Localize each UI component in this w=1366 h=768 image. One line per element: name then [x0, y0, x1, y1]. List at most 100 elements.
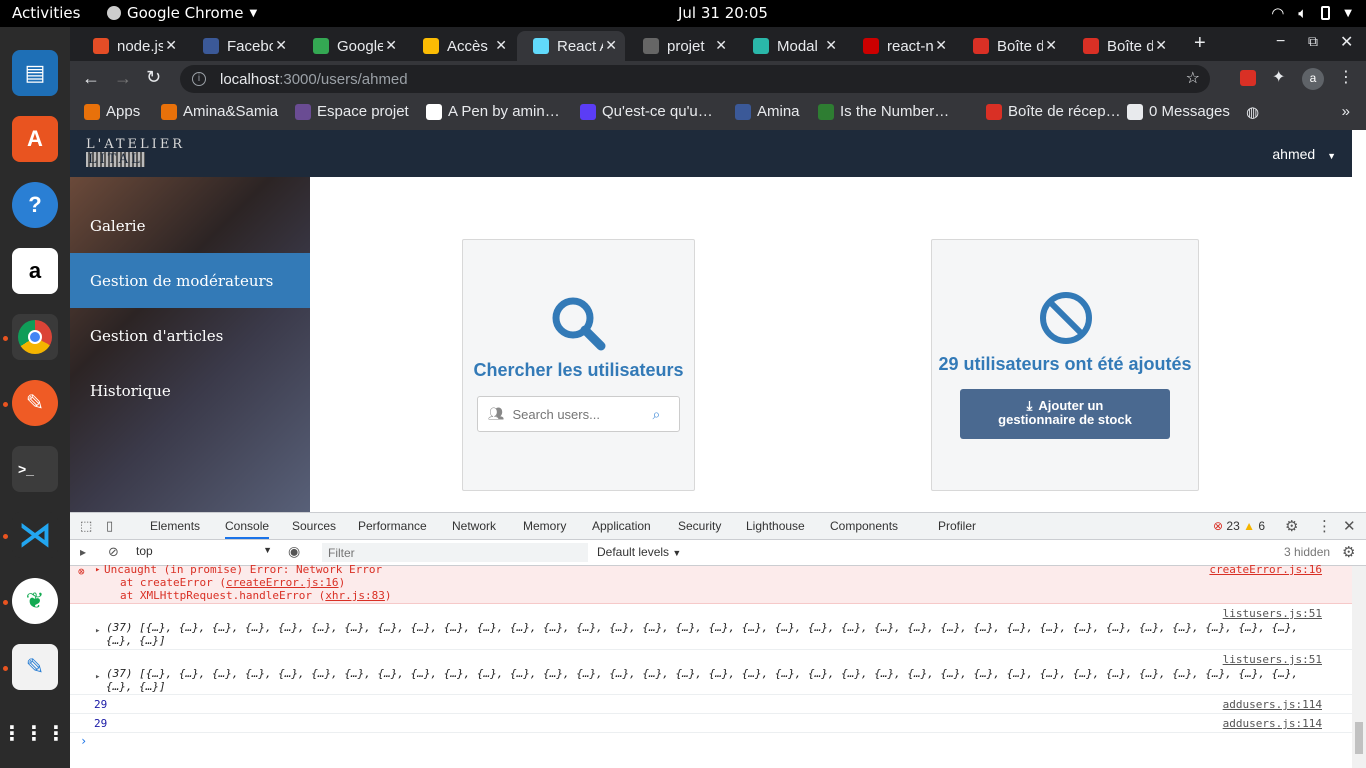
expand-triangle-icon[interactable]: ▸ — [95, 672, 100, 682]
context-selector[interactable]: top ▼ — [136, 544, 272, 558]
eye-icon[interactable]: ◉ — [288, 543, 300, 560]
error-source-link[interactable]: createError.js:16 — [1209, 563, 1322, 576]
search-input[interactable] — [512, 406, 643, 422]
tab-2[interactable]: Facebook✕ — [187, 31, 295, 61]
device-toolbar-icon[interactable]: ▯ — [106, 518, 113, 534]
app-menu[interactable]: Google Chrome ▼ — [107, 4, 257, 22]
minimize-button[interactable]: − — [1276, 33, 1285, 51]
bookmark-item[interactable]: 0 Messages — [1127, 103, 1230, 120]
more-bookmarks-icon[interactable]: » — [1342, 103, 1350, 120]
bookmark-item[interactable]: Boîte de récep… — [986, 103, 1121, 120]
vscode-icon[interactable]: ⋊ — [12, 512, 58, 558]
stack-link-2[interactable]: xhr.js:83 — [325, 589, 385, 602]
close-tab-icon[interactable]: ✕ — [165, 37, 177, 54]
site-logo[interactable]: L'ATELIER LITAL — [86, 137, 185, 167]
devtools-tab[interactable]: Application — [592, 519, 651, 533]
close-tab-icon[interactable]: ✕ — [385, 37, 397, 54]
amazon-icon[interactable]: a — [12, 248, 58, 294]
console-scrollbar[interactable] — [1352, 566, 1366, 768]
devtools-tab[interactable]: Performance — [358, 519, 427, 533]
sidebar-item-moderateurs[interactable]: Gestion de modérateurs — [70, 253, 310, 308]
search-small-icon[interactable]: ⌕ — [653, 406, 661, 423]
search-users-field[interactable]: 👥︎ ⌕ — [477, 396, 680, 432]
sidebar-item-historique[interactable]: Historique — [70, 363, 310, 418]
devtools-tab[interactable]: Security — [678, 519, 721, 533]
log-source-link[interactable]: listusers.js:51 — [1223, 653, 1322, 666]
bookmark-item[interactable]: Apps — [84, 103, 140, 120]
devtools-tab[interactable]: Console — [225, 519, 270, 539]
new-tab-button[interactable]: + — [1194, 32, 1206, 55]
close-tab-icon[interactable]: ✕ — [935, 37, 947, 54]
sidebar-item-galerie[interactable]: Galerie — [70, 198, 310, 253]
devtools-tab[interactable]: Network — [452, 519, 496, 533]
console-log-entry[interactable]: listusers.js:51 ▸ (37) [{…}, {…}, {…}, {… — [70, 605, 1352, 650]
bookmark-item[interactable]: Espace projet — [295, 103, 409, 120]
devtools-tab[interactable]: Elements — [150, 519, 200, 533]
error-count[interactable]: ⊗ 23 ▲ 6 — [1213, 519, 1265, 533]
text-editor-icon[interactable]: ✎ — [12, 644, 58, 690]
close-tab-icon[interactable]: ✕ — [1045, 37, 1057, 54]
clock[interactable]: Jul 31 20:05 — [678, 4, 768, 22]
expand-triangle-icon[interactable]: ▸ — [95, 626, 100, 636]
chrome-icon[interactable] — [12, 314, 58, 360]
globe-icon[interactable]: ◍ — [1246, 103, 1259, 121]
devtools-tab[interactable]: Lighthouse — [746, 519, 805, 533]
reload-icon[interactable]: ↻ — [146, 67, 161, 88]
console-prompt-icon[interactable]: › — [80, 734, 87, 748]
settings-gear-icon[interactable]: ⚙ — [1285, 517, 1298, 535]
back-arrow-icon[interactable]: ← — [82, 68, 100, 89]
tab-1[interactable]: node.js ✕ — [77, 31, 185, 61]
console-scrollbar-thumb[interactable] — [1355, 722, 1363, 754]
bookmark-item[interactable]: A Pen by amin… — [426, 103, 560, 120]
stack-link-1[interactable]: createError.js:16 — [226, 576, 339, 589]
bookmark-star-icon[interactable]: ☆ — [1186, 68, 1200, 88]
bookmark-item[interactable]: Amina&Samia — [161, 103, 278, 120]
console-log-entry[interactable]: 29 addusers.js:114 — [70, 696, 1352, 714]
tab-8[interactable]: react-n ✕ — [847, 31, 955, 61]
extension-icon[interactable] — [1240, 70, 1256, 86]
console-log-entry[interactable]: 29 addusers.js:114 — [70, 715, 1352, 733]
add-stock-manager-button[interactable]: ⤓ Ajouter un gestionnaire de stock — [960, 389, 1170, 439]
terminal-icon[interactable]: >_ — [12, 446, 58, 492]
close-devtools-icon[interactable]: ✕ — [1343, 517, 1356, 535]
profile-avatar[interactable]: a — [1302, 68, 1324, 90]
libreoffice-impress-icon[interactable]: ▤ — [12, 50, 58, 96]
log-source-link[interactable]: addusers.js:114 — [1223, 698, 1322, 711]
user-menu[interactable]: ahmed ▼ — [1272, 146, 1336, 162]
devtools-tab[interactable]: Sources — [292, 519, 336, 533]
bookmark-item[interactable]: Amina — [735, 103, 800, 120]
mongodb-compass-icon[interactable]: ❦ — [12, 578, 58, 624]
inspect-element-icon[interactable]: ⬚ — [80, 518, 92, 534]
bookmark-item[interactable]: Is the Number… — [818, 103, 949, 120]
tab-9[interactable]: Boîte d ✕ — [957, 31, 1065, 61]
console-log-entry[interactable]: listusers.js:51 ▸ (37) [{…}, {…}, {…}, {… — [70, 651, 1352, 695]
help-icon[interactable]: ? — [12, 182, 58, 228]
maximize-button[interactable]: ⧉ — [1308, 33, 1318, 50]
ubuntu-software-icon[interactable]: A — [12, 116, 58, 162]
close-window-button[interactable]: ✕ — [1340, 32, 1353, 52]
log-levels-dropdown[interactable]: Default levels ▼ — [597, 545, 681, 559]
close-tab-icon[interactable]: ✕ — [1155, 37, 1167, 54]
bookmark-item[interactable]: Qu'est-ce qu'u… — [580, 103, 713, 120]
console-filter-input[interactable] — [322, 543, 588, 562]
devtools-tab[interactable]: Profiler — [938, 519, 976, 533]
address-bar[interactable]: i localhost:3000/users/ahmed ☆ — [180, 65, 1210, 93]
system-tray[interactable]: ◠ 🔈︎ ▼ — [1271, 4, 1352, 22]
tab-10[interactable]: Boîte d ✕ — [1067, 31, 1175, 61]
close-tab-icon[interactable]: ✕ — [275, 37, 287, 54]
tab-5[interactable]: React A✕ — [517, 31, 625, 61]
tab-4[interactable]: Accès ✕ — [407, 31, 515, 61]
devtools-tab[interactable]: Memory — [523, 519, 566, 533]
console-error-entry[interactable]: ⊗ ▸ Uncaught (in promise) Error: Network… — [70, 563, 1352, 604]
clear-console-icon[interactable]: ⊘ — [108, 544, 119, 560]
log-source-link[interactable]: addusers.js:114 — [1223, 717, 1322, 730]
devtools-tab[interactable]: Components — [830, 519, 898, 533]
close-tab-icon[interactable]: ✕ — [495, 37, 507, 54]
log-source-link[interactable]: listusers.js:51 — [1223, 607, 1322, 620]
postman-icon[interactable]: ✎ — [12, 380, 58, 426]
devtools-menu-icon[interactable]: ⋮ — [1317, 517, 1332, 535]
activities-button[interactable]: Activities — [12, 4, 80, 22]
show-apps-icon[interactable]: ⋮⋮⋮ — [2, 710, 66, 756]
expand-triangle-icon[interactable]: ▸ — [95, 565, 100, 575]
forward-arrow-icon[interactable]: → — [114, 68, 132, 89]
